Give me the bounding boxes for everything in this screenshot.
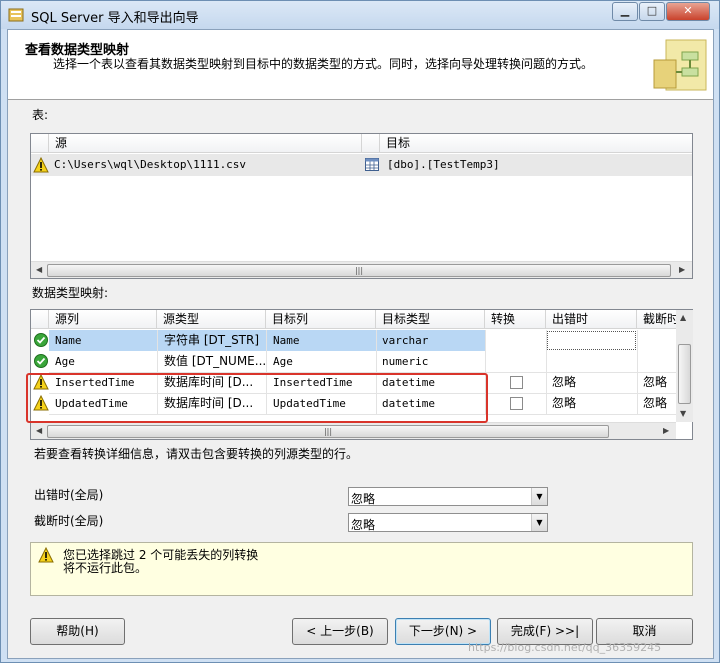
mapping-vscroll-thumb[interactable]	[678, 344, 691, 404]
tables-label: 表:	[32, 108, 49, 122]
mapping-header-target-type[interactable]: 目标类型	[376, 310, 485, 329]
tables-grid-header: 源 目标	[31, 134, 692, 153]
mapping-header-convert[interactable]: 转换	[485, 310, 546, 329]
check-icon	[34, 333, 48, 347]
wizard-client-area: 查看数据类型映射 选择一个表以查看其数据类型映射到目标中的数据类型的方式。同时，…	[7, 29, 714, 659]
close-button[interactable]: ✕	[666, 2, 710, 21]
maximize-button[interactable]: □	[639, 2, 665, 21]
mapping-source-type: 字符串 [DT_STR]	[164, 333, 260, 347]
title-bar[interactable]: SQL Server 导入和导出向导 ▁ □ ✕	[1, 1, 719, 29]
global-on-error-value: 忽略	[351, 492, 376, 506]
wizard-map-graphic-icon	[653, 39, 707, 91]
tables-hscrollbar[interactable]: ◀ ||| ▶	[31, 261, 692, 278]
hint-text: 若要查看转换详细信息，请双击包含要转换的列源类型的行。	[34, 447, 359, 461]
mapping-target-col: Name	[273, 334, 300, 347]
scroll-down-arrow-icon[interactable]: ▼	[680, 409, 686, 418]
convert-checkbox[interactable]	[510, 376, 523, 389]
tables-hscroll-thumb[interactable]: |||	[47, 264, 671, 277]
table-row[interactable]: C:\Users\wql\Desktop\1111.csv [dbo].[Tes…	[31, 154, 692, 176]
chevron-down-icon[interactable]: ▼	[531, 488, 547, 505]
table-grid-icon	[365, 158, 379, 171]
tables-header-blank2	[362, 134, 380, 153]
message-line-2: 将不运行此包。	[63, 561, 148, 575]
tables-header-target[interactable]: 目标	[380, 134, 692, 153]
table-row[interactable]: Name 字符串 [DT_STR] Name varchar	[31, 330, 676, 351]
on-error-cell-focused[interactable]	[547, 331, 636, 350]
tables-header-blank	[31, 134, 49, 153]
table-target-name: [dbo].[TestTemp3]	[387, 158, 500, 171]
mapping-source-type: 数值 [DT_NUME...	[164, 354, 267, 368]
scroll-up-arrow-icon[interactable]: ▲	[680, 313, 686, 322]
mapping-header-on-truncate[interactable]: 截断时	[637, 310, 676, 329]
table-row[interactable]: Age 数值 [DT_NUME... Age numeric	[31, 351, 676, 372]
mapping-target-col: Age	[273, 355, 293, 368]
mapping-on-error[interactable]: 忽略	[552, 393, 576, 414]
mapping-on-error[interactable]: 忽略	[552, 372, 576, 393]
mapping-source-col: Name	[55, 334, 82, 347]
scroll-right-arrow-icon[interactable]: ▶	[679, 265, 685, 274]
global-on-error-label: 出错时(全局)	[34, 488, 104, 502]
red-highlight-annotation	[26, 373, 488, 423]
minimize-button[interactable]: ▁	[612, 2, 638, 21]
scroll-right-arrow-icon[interactable]: ▶	[663, 426, 669, 435]
mapping-grid-header: 源列 源类型 目标列 目标类型 转换 出错时 截断时	[31, 310, 676, 329]
mapping-vscrollbar[interactable]: ▲ ▼	[676, 310, 693, 422]
mapping-header-source-type[interactable]: 源类型	[157, 310, 266, 329]
window-title: SQL Server 导入和导出向导	[31, 11, 199, 26]
mapping-header-target-col[interactable]: 目标列	[266, 310, 376, 329]
table-source-path: C:\Users\wql\Desktop\1111.csv	[54, 158, 247, 171]
check-icon	[34, 354, 48, 368]
mapping-target-type: varchar	[382, 334, 429, 347]
sql-server-app-icon	[8, 8, 24, 22]
scroll-left-arrow-icon[interactable]: ◀	[36, 265, 42, 274]
watermark-text: https://blog.csdn.net/qq_36359245	[468, 641, 662, 654]
wizard-window: SQL Server 导入和导出向导 ▁ □ ✕ 查看数据类型映射 选择一个表以…	[0, 0, 720, 663]
back-button[interactable]: < 上一步(B)	[292, 618, 388, 645]
tables-header-source[interactable]: 源	[49, 134, 362, 153]
scroll-left-arrow-icon[interactable]: ◀	[36, 426, 42, 435]
global-on-error-select[interactable]: 忽略 ▼	[348, 487, 548, 506]
mapping-label: 数据类型映射:	[32, 286, 109, 300]
convert-checkbox[interactable]	[510, 397, 523, 410]
tables-grid[interactable]: 源 目标 C:\Users\wql\Desktop\1111.csv [dbo]…	[30, 133, 693, 279]
mapping-hscrollbar[interactable]: ◀ ||| ▶	[31, 422, 676, 439]
help-button[interactable]: 帮助(H)	[30, 618, 125, 645]
chevron-down-icon[interactable]: ▼	[531, 514, 547, 531]
mapping-header-blank	[31, 310, 49, 329]
mapping-on-truncate[interactable]: 忽略	[643, 393, 667, 414]
global-on-truncate-value: 忽略	[351, 518, 376, 532]
page-description: 选择一个表以查看其数据类型映射到目标中的数据类型的方式。同时，选择向导处理转换问…	[53, 57, 594, 71]
mapping-hscroll-thumb[interactable]: |||	[47, 425, 609, 438]
mapping-on-truncate[interactable]: 忽略	[643, 372, 667, 393]
warning-icon	[33, 157, 49, 173]
message-box: 您已选择跳过 2 个可能丢失的列转换 将不运行此包。	[30, 542, 693, 596]
mapping-target-type: numeric	[382, 355, 429, 368]
global-on-truncate-label: 截断时(全局)	[34, 514, 104, 528]
wizard-header: 查看数据类型映射 选择一个表以查看其数据类型映射到目标中的数据类型的方式。同时，…	[8, 30, 713, 100]
mapping-source-col: Age	[55, 355, 75, 368]
mapping-header-on-error[interactable]: 出错时	[546, 310, 637, 329]
warning-icon	[38, 547, 54, 563]
global-on-truncate-select[interactable]: 忽略 ▼	[348, 513, 548, 532]
mapping-header-source-col[interactable]: 源列	[49, 310, 157, 329]
